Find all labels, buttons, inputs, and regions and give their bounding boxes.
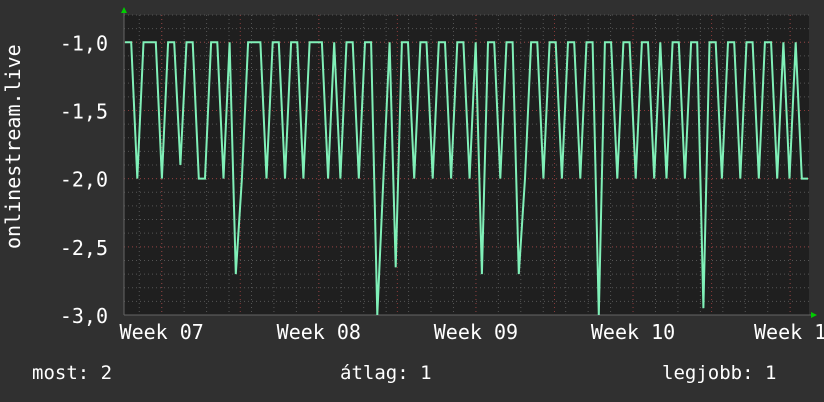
legend-max: legjobb: 1 [662, 362, 777, 384]
legend-current: most: 2 [32, 362, 113, 384]
chart: -1,0 -1,5 -2,0 -2,5 -3,0 Week 07 Week 08 Week 0… [60, 7, 824, 344]
x-axis-arrow [811, 312, 817, 318]
y-axis-label: onlinestream.live [1, 44, 25, 249]
y-tick-label: -3,0 [60, 304, 108, 328]
x-tick-label: Week 10 [591, 320, 675, 344]
x-tick-label: Week 08 [277, 320, 361, 344]
legend-average: átlag: 1 [340, 362, 432, 384]
y-tick-label: -2,5 [60, 236, 108, 260]
y-tick-label: -2,0 [60, 168, 108, 192]
x-tick-label: Week 1 [754, 320, 824, 344]
y-tick-label: -1,0 [60, 31, 108, 55]
y-axis-arrow [121, 7, 127, 13]
x-tick-label: Week 07 [120, 320, 204, 344]
y-tick-label: -1,5 [60, 99, 108, 123]
x-tick-label: Week 09 [434, 320, 518, 344]
